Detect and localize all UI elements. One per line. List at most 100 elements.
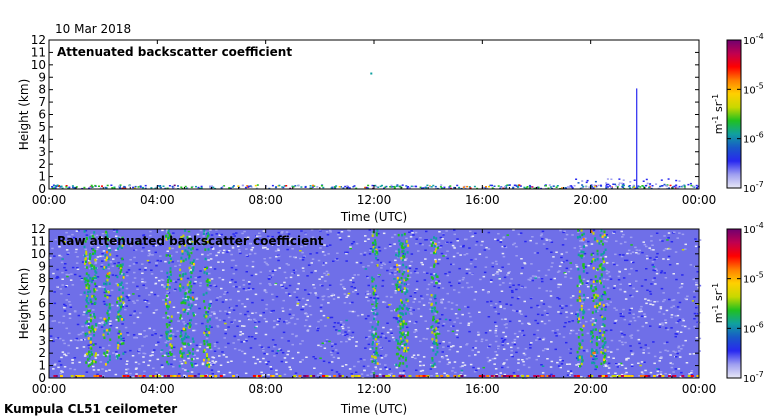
surface-layer-cell <box>485 186 487 188</box>
streak-cell <box>582 238 585 241</box>
noise-cell <box>194 277 197 279</box>
streak-cell <box>180 331 182 334</box>
noise-cell <box>390 267 393 269</box>
surface-layer-cell <box>381 184 383 187</box>
noise-cell <box>247 287 251 289</box>
streak-cell <box>433 251 435 255</box>
noise-cell <box>654 283 657 285</box>
noise-cell <box>622 277 626 279</box>
streak-cell <box>402 249 405 253</box>
noise-cell <box>343 302 347 304</box>
streak-cell <box>181 339 184 343</box>
streak-cell <box>602 323 605 326</box>
streak-cell <box>404 277 407 280</box>
noise-cell <box>164 341 168 344</box>
noise-cell <box>140 250 144 252</box>
noise-cell <box>232 309 236 311</box>
surface-layer-cell <box>396 184 399 186</box>
noise-cell <box>438 360 441 363</box>
noise-cell <box>135 373 138 375</box>
streak-cell <box>203 331 206 335</box>
noise-cell <box>348 302 352 305</box>
noise-cell <box>213 268 217 270</box>
streak-cell <box>578 276 581 279</box>
noise-cell <box>618 271 621 273</box>
noise-cell <box>664 327 668 329</box>
noise-cell <box>676 320 680 323</box>
noise-cell <box>214 360 218 363</box>
streak-cell <box>188 255 191 258</box>
noise-cell <box>366 277 370 279</box>
noise-cell <box>174 288 177 291</box>
noise-cell <box>75 248 78 251</box>
streak-cell <box>95 267 98 270</box>
streak-cell <box>105 283 108 286</box>
noise-cell <box>519 232 523 234</box>
streak-cell <box>117 344 120 347</box>
noise-cell <box>287 321 291 324</box>
noise-cell <box>355 242 359 245</box>
noise-cell <box>555 335 558 337</box>
colorbar-label: m-1 sr-1 <box>711 283 725 323</box>
noise-cell <box>71 284 75 286</box>
low-cloud-cell <box>617 184 620 186</box>
noise-cell <box>348 368 352 370</box>
noise-cell <box>649 371 653 374</box>
noise-cell <box>276 350 280 352</box>
streak-cell <box>192 263 195 266</box>
streak-cell <box>121 263 124 266</box>
noise-cell <box>604 256 607 258</box>
noise-cell <box>190 301 193 303</box>
surface-layer-cell <box>221 185 224 188</box>
noise-cell <box>351 331 355 334</box>
noise-cell <box>502 236 505 239</box>
surface-layer-cell <box>516 375 520 377</box>
noise-cell <box>630 363 634 366</box>
surface-layer-cell <box>513 375 517 377</box>
noise-cell <box>125 282 128 285</box>
noise-cell <box>323 254 327 256</box>
noise-cell <box>494 310 498 313</box>
streak-cell <box>106 296 109 299</box>
noise-cell <box>578 245 582 248</box>
noise-cell <box>250 274 254 277</box>
noise-cell <box>428 302 431 304</box>
noise-cell <box>339 324 343 326</box>
noise-cell <box>439 236 443 239</box>
noise-cell <box>239 334 242 336</box>
noise-cell <box>186 370 190 372</box>
streak-cell <box>595 302 598 306</box>
noise-cell <box>263 318 267 320</box>
noise-cell <box>319 319 323 321</box>
noise-cell <box>138 352 141 355</box>
noise-cell <box>437 280 440 282</box>
noise-cell <box>332 326 336 328</box>
noise-cell <box>545 238 548 240</box>
noise-cell <box>254 362 257 365</box>
noise-cell <box>260 371 263 374</box>
noise-cell <box>63 306 66 309</box>
noise-cell <box>463 254 466 256</box>
noise-cell <box>243 305 247 308</box>
noise-cell <box>113 262 116 265</box>
noise-cell <box>501 252 505 255</box>
noise-cell <box>653 258 656 261</box>
noise-cell <box>124 326 128 329</box>
noise-cell <box>264 333 268 336</box>
noise-cell <box>534 277 537 279</box>
noise-cell <box>345 260 348 262</box>
noise-cell <box>141 281 144 283</box>
noise-cell <box>558 356 562 358</box>
surface-layer-cell <box>293 375 297 377</box>
streak-cell <box>120 268 123 272</box>
noise-cell <box>253 318 256 321</box>
noise-cell <box>494 260 498 263</box>
noise-cell <box>156 259 159 262</box>
streak-cell <box>592 328 595 332</box>
noise-cell <box>138 268 142 271</box>
surface-layer-cell <box>659 185 662 188</box>
noise-cell <box>659 351 662 353</box>
streak-cell <box>204 248 207 251</box>
surface-layer-cell <box>548 375 552 377</box>
noise-cell <box>199 285 202 287</box>
